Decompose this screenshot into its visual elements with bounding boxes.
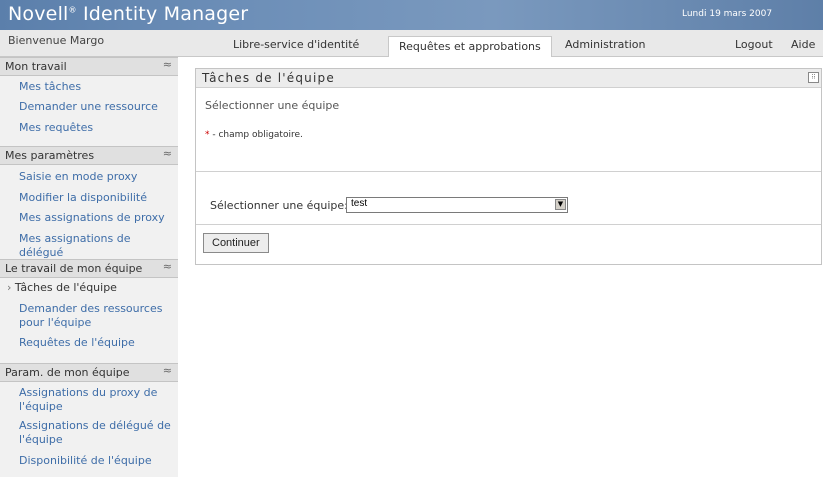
- sidebar-item-team-tasks[interactable]: › Tâches de l'équipe: [7, 281, 165, 295]
- tab-identity-self-service[interactable]: Libre-service d'identité: [233, 38, 359, 51]
- panel-subtitle: Sélectionner une équipe: [205, 99, 340, 112]
- logout-link[interactable]: Logout: [735, 38, 773, 51]
- sidebar-item-team-proxy-assignments[interactable]: Assignations du proxy de l'équipe: [19, 386, 177, 414]
- tab-requests-approvals[interactable]: Requêtes et approbations: [388, 36, 552, 57]
- sidebar: Mon travail ≈ Mes tâches Demander une re…: [0, 57, 178, 477]
- sidebar-item-my-tasks[interactable]: Mes tâches: [19, 80, 177, 94]
- collapse-icon[interactable]: ≈: [163, 260, 172, 273]
- tab-administration[interactable]: Administration: [565, 38, 646, 51]
- panel-title: Tâches de l'équipe: [202, 71, 335, 85]
- team-select[interactable]: test ▼: [346, 197, 568, 213]
- app-header: Novell® Identity Manager Lundi 19 mars 2…: [0, 0, 823, 30]
- team-select-label: Sélectionner une équipe:*: [210, 199, 353, 212]
- welcome-text: Bienvenue Margo: [8, 34, 105, 47]
- team-select-label-text: Sélectionner une équipe:: [210, 199, 348, 212]
- section-title: Param. de mon équipe: [5, 366, 130, 379]
- sidebar-item-label: Tâches de l'équipe: [14, 281, 117, 294]
- nav-bar: Bienvenue Margo Libre-service d'identité…: [0, 30, 823, 57]
- sidebar-item-team-requests[interactable]: Requêtes de l'équipe: [19, 336, 177, 350]
- sidebar-item-proxy-mode[interactable]: Saisie en mode proxy: [19, 170, 177, 184]
- required-note-text: - champ obligatoire.: [209, 130, 303, 140]
- section-title: Mes paramètres: [5, 149, 95, 162]
- continue-button[interactable]: Continuer: [203, 233, 269, 253]
- sidebar-item-my-requests[interactable]: Mes requêtes: [19, 121, 177, 135]
- date-label: Lundi 19 mars 2007: [682, 9, 773, 19]
- required-note: * - champ obligatoire.: [205, 130, 303, 140]
- bullet-icon: ›: [7, 281, 15, 294]
- sidebar-section-team-work[interactable]: Le travail de mon équipe ≈: [0, 259, 178, 278]
- sidebar-item-edit-availability[interactable]: Modifier la disponibilité: [19, 191, 177, 205]
- brand-name: Novell: [8, 3, 69, 25]
- team-tasks-panel: Tâches de l'équipe ⁝⁝ Sélectionner une é…: [195, 68, 822, 265]
- sidebar-section-team-settings[interactable]: Param. de mon équipe ≈: [0, 363, 178, 382]
- product-name: Identity Manager: [76, 3, 249, 25]
- collapse-icon[interactable]: ≈: [163, 58, 172, 71]
- sidebar-item-request-resource[interactable]: Demander une ressource: [19, 100, 177, 114]
- divider: [196, 224, 821, 225]
- team-select-value: test: [351, 198, 368, 209]
- sidebar-section-my-settings[interactable]: Mes paramètres ≈: [0, 146, 178, 165]
- panel-header: Tâches de l'équipe ⁝⁝: [196, 69, 821, 88]
- dropdown-arrow-icon[interactable]: ▼: [555, 199, 566, 210]
- help-link[interactable]: Aide: [791, 38, 815, 51]
- collapse-icon[interactable]: ≈: [163, 147, 172, 160]
- sidebar-item-team-request-resources[interactable]: Demander des ressources pour l'équipe: [19, 302, 177, 330]
- sidebar-item-delegate-assignments[interactable]: Mes assignations de délégué: [19, 232, 177, 260]
- app-logo: Novell® Identity Manager: [8, 3, 248, 25]
- sidebar-item-team-availability[interactable]: Disponibilité de l'équipe: [19, 454, 177, 468]
- panel-menu-icon[interactable]: ⁝⁝: [808, 72, 819, 83]
- brand-mark: ®: [68, 5, 77, 15]
- section-title: Le travail de mon équipe: [5, 262, 143, 275]
- section-title: Mon travail: [5, 60, 67, 73]
- divider: [196, 171, 821, 172]
- sidebar-item-team-delegate-assignments[interactable]: Assignations de délégué de l'équipe: [19, 419, 177, 447]
- collapse-icon[interactable]: ≈: [163, 364, 172, 377]
- sidebar-section-my-work[interactable]: Mon travail ≈: [0, 57, 178, 76]
- sidebar-item-proxy-assignments[interactable]: Mes assignations de proxy: [19, 211, 177, 225]
